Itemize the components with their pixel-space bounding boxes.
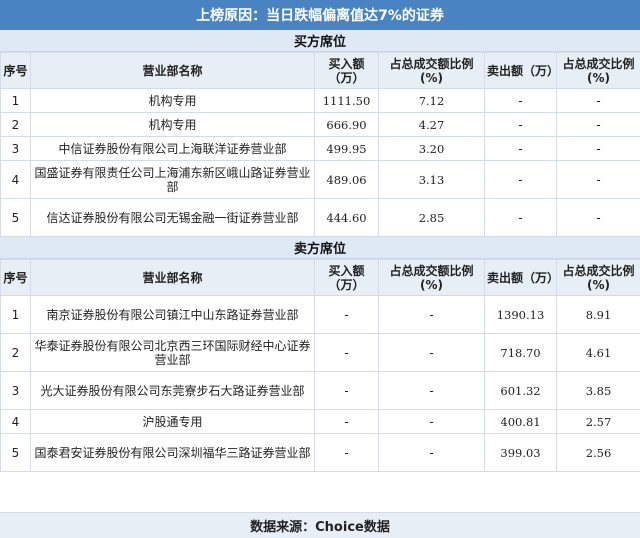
- sell-amount: -: [484, 136, 557, 161]
- sell-ratio: 4.61: [556, 333, 640, 372]
- sell-table: 序号 营业部名称 买入额（万） 占总成交额比例(%) 卖出额（万） 占总成交比例…: [0, 259, 640, 472]
- branch-name: 华泰证券股份有限公司北京西三环国际财经中心证券营业部: [30, 333, 315, 372]
- branch-name: 沪股通专用: [30, 409, 315, 434]
- buy-amount: 499.95: [314, 136, 379, 161]
- sell-ratio: -: [556, 88, 640, 113]
- buy-ratio: 3.20: [378, 136, 485, 161]
- row-index: 1: [0, 295, 31, 334]
- buy-ratio: -: [378, 409, 485, 434]
- sell-ratio: 2.56: [556, 433, 640, 472]
- header-index: 序号: [0, 52, 31, 89]
- row-index: 4: [0, 160, 31, 199]
- buy-amount: 489.06: [314, 160, 379, 199]
- row-index: 1: [0, 88, 31, 113]
- row-index: 2: [0, 112, 31, 137]
- sell-amount: -: [484, 160, 557, 199]
- header-index: 序号: [0, 259, 31, 296]
- data-source-footer: 数据来源：Choice数据: [0, 512, 640, 538]
- row-index: 3: [0, 371, 31, 410]
- header-sell-ratio: 占总成交比例(%): [556, 259, 640, 296]
- table-row: 3 光大证券股份有限公司东莞寮步石大路证券营业部 - - 601.32 3.85: [0, 371, 640, 410]
- branch-name: 光大证券股份有限公司东莞寮步石大路证券营业部: [30, 371, 315, 410]
- branch-name: 南京证券股份有限公司镇江中山东路证券营业部: [30, 295, 315, 334]
- buy-amount: -: [314, 333, 379, 372]
- table-row: 5 信达证券股份有限公司无锡金融一街证券营业部 444.60 2.85 - -: [0, 198, 640, 237]
- sell-ratio: 3.85: [556, 371, 640, 410]
- table-row: 3 中信证券股份有限公司上海联洋证券营业部 499.95 3.20 - -: [0, 136, 640, 161]
- sell-amount: -: [484, 88, 557, 113]
- page: 上榜原因：当日跌幅偏离值达7%的证券 买方席位 序号 营业部名称 买入额（万） …: [0, 0, 640, 538]
- sell-ratio: -: [556, 112, 640, 137]
- sell-amount: 399.03: [484, 433, 557, 472]
- buy-header-row: 序号 营业部名称 买入额（万） 占总成交额比例(%) 卖出额（万） 占总成交比例…: [0, 52, 640, 89]
- branch-name: 国泰君安证券股份有限公司深圳福华三路证券营业部: [30, 433, 315, 472]
- sell-ratio: -: [556, 198, 640, 237]
- buy-ratio: 2.85: [378, 198, 485, 237]
- branch-name: 中信证券股份有限公司上海联洋证券营业部: [30, 136, 315, 161]
- header-sell-ratio: 占总成交比例(%): [556, 52, 640, 89]
- buy-amount: 666.90: [314, 112, 379, 137]
- buy-ratio: -: [378, 433, 485, 472]
- table-row: 1 机构专用 1111.50 7.12 - -: [0, 88, 640, 113]
- buy-ratio: 3.13: [378, 160, 485, 199]
- table-row: 5 国泰君安证券股份有限公司深圳福华三路证券营业部 - - 399.03 2.5…: [0, 433, 640, 472]
- buy-amount: 1111.50: [314, 88, 379, 113]
- sell-header-row: 序号 营业部名称 买入额（万） 占总成交额比例(%) 卖出额（万） 占总成交比例…: [0, 259, 640, 296]
- sell-amount: 601.32: [484, 371, 557, 410]
- buy-amount: -: [314, 371, 379, 410]
- branch-name: 信达证券股份有限公司无锡金融一街证券营业部: [30, 198, 315, 237]
- buy-amount: 444.60: [314, 198, 379, 237]
- table-row: 4 国盛证券有限责任公司上海浦东新区峨山路证券营业部 489.06 3.13 -…: [0, 160, 640, 199]
- row-index: 5: [0, 198, 31, 237]
- table-row: 2 华泰证券股份有限公司北京西三环国际财经中心证券营业部 - - 718.70 …: [0, 333, 640, 372]
- table-row: 1 南京证券股份有限公司镇江中山东路证券营业部 - - 1390.13 8.91: [0, 295, 640, 334]
- branch-name: 国盛证券有限责任公司上海浦东新区峨山路证券营业部: [30, 160, 315, 199]
- header-buy-amount: 买入额（万）: [314, 259, 379, 296]
- branch-name: 机构专用: [30, 88, 315, 113]
- header-buy-ratio: 占总成交额比例(%): [378, 259, 485, 296]
- page-title: 上榜原因：当日跌幅偏离值达7%的证券: [0, 0, 640, 30]
- row-index: 5: [0, 433, 31, 472]
- header-branch: 营业部名称: [30, 52, 315, 89]
- row-index: 4: [0, 409, 31, 434]
- sell-ratio: -: [556, 136, 640, 161]
- table-row: 4 沪股通专用 - - 400.81 2.57: [0, 409, 640, 434]
- sell-amount: 718.70: [484, 333, 557, 372]
- buy-ratio: 7.12: [378, 88, 485, 113]
- header-branch: 营业部名称: [30, 259, 315, 296]
- buy-amount: -: [314, 295, 379, 334]
- buy-ratio: -: [378, 295, 485, 334]
- table-row: 2 机构专用 666.90 4.27 - -: [0, 112, 640, 137]
- sell-ratio: -: [556, 160, 640, 199]
- buy-amount: -: [314, 433, 379, 472]
- sell-ratio: 2.57: [556, 409, 640, 434]
- buy-ratio: 4.27: [378, 112, 485, 137]
- sell-amount: 1390.13: [484, 295, 557, 334]
- row-index: 2: [0, 333, 31, 372]
- row-index: 3: [0, 136, 31, 161]
- header-sell-amount: 卖出额（万）: [484, 52, 559, 89]
- sell-amount: -: [484, 112, 557, 137]
- header-buy-amount: 买入额（万）: [314, 52, 379, 89]
- buy-ratio: -: [378, 371, 485, 410]
- sell-ratio: 8.91: [556, 295, 640, 334]
- branch-name: 机构专用: [30, 112, 315, 137]
- header-buy-ratio: 占总成交额比例(%): [378, 52, 485, 89]
- buy-section-title: 买方席位: [0, 30, 640, 52]
- header-sell-amount: 卖出额（万）: [484, 259, 559, 296]
- sell-section-title: 卖方席位: [0, 237, 640, 259]
- buy-ratio: -: [378, 333, 485, 372]
- buy-table: 序号 营业部名称 买入额（万） 占总成交额比例(%) 卖出额（万） 占总成交比例…: [0, 52, 640, 237]
- sell-amount: -: [484, 198, 557, 237]
- sell-amount: 400.81: [484, 409, 557, 434]
- buy-amount: -: [314, 409, 379, 434]
